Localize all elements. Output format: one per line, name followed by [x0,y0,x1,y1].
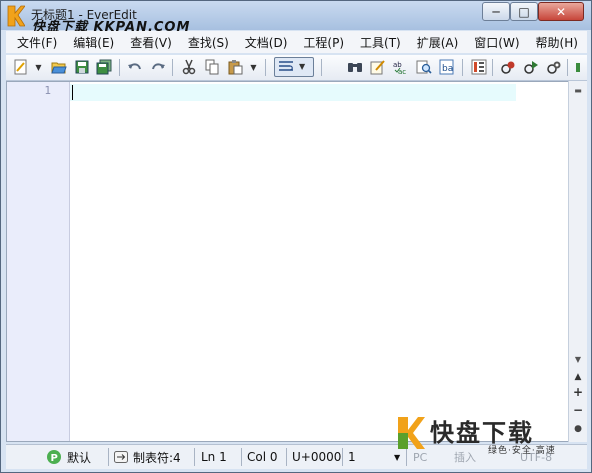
column-indicator: Col 0 [247,450,278,464]
title-bar[interactable]: 无标题1 - EverEdit 快盘下载 KKPAN.COM ─ □ ✕ [1,1,591,35]
watermark-logo: 快盘下载 绿色·安全·高速 [396,413,566,461]
undo-icon[interactable] [126,58,144,76]
line-number-gutter: 1 [7,82,70,441]
watermark-sub-text: 绿色·安全·高速 [488,446,556,456]
menu-extensions[interactable]: 扩展(A) [409,34,467,51]
status-separator [286,448,287,466]
minimize-icon: ─ [492,4,500,19]
maximize-button[interactable]: □ [510,2,538,21]
zoom-out-button[interactable]: − [569,402,587,418]
find-in-files-icon[interactable] [415,58,433,76]
toolbar-overflow-icon[interactable] [572,58,584,76]
menu-bar: 文件(F) 编辑(E) 查看(V) 查找(S) 文档(D) 工程(P) 工具(T… [6,31,587,53]
macro-record-icon[interactable] [499,58,517,76]
syntax-icon: P [47,450,61,464]
zoom-in-button[interactable]: + [569,384,587,400]
line-number: 1 [44,84,51,97]
svg-text:P: P [51,453,58,464]
new-document-icon[interactable] [12,58,30,76]
codepoint-indicator: U+0000 [292,450,342,464]
close-button[interactable]: ✕ [538,2,584,21]
cut-icon[interactable] [180,58,198,76]
vertical-scrollbar[interactable]: ▬ ▼ ▲ + − ● [568,81,587,442]
open-folder-icon[interactable] [50,58,68,76]
status-separator [241,448,242,466]
edit-note-icon[interactable] [369,58,387,76]
menu-view[interactable]: 查看(V) [122,34,180,51]
menu-project[interactable]: 工程(P) [295,34,352,51]
redo-icon[interactable] [149,58,167,76]
toolbar-separator [265,59,266,76]
syntax-label: 默认 [67,450,92,465]
svg-text:ba: ba [442,64,453,74]
menu-edit[interactable]: 编辑(E) [65,34,122,51]
toolbar-separator [172,59,173,76]
chevron-down-icon: ▼ [299,62,306,71]
toolbar-separator [119,59,120,76]
editor-area[interactable]: 1 [6,81,569,442]
menu-help[interactable]: 帮助(H) [528,34,586,51]
current-line-highlight [70,84,516,101]
text-caret [72,85,73,100]
menu-file[interactable]: 文件(F) [6,34,65,51]
toolbar-separator [492,59,493,76]
maximize-icon: □ [518,4,530,19]
find-binoculars-icon[interactable] [346,58,364,76]
scroll-page-down-icon[interactable]: ▲ [569,369,587,385]
zoom-reset-icon: ● [574,424,582,434]
status-separator [194,448,195,466]
status-separator [342,448,343,466]
column-mode-icon[interactable] [470,58,488,76]
minus-icon: − [572,403,584,417]
paste-icon[interactable] [226,58,244,76]
macro-play-icon[interactable] [522,58,540,76]
scroll-down-icon[interactable]: ▼ [569,352,587,366]
replace-icon[interactable]: ba [438,58,456,76]
tab-mode-icon [114,451,128,463]
tab-mode-label: 制表符:4 [133,450,181,465]
syntax-indicator[interactable]: P 默认 [46,448,91,466]
kkpan-logo-icon [398,417,425,449]
save-all-icon[interactable] [95,58,113,76]
toolbar-separator [321,59,322,76]
menu-document[interactable]: 文档(D) [237,34,296,51]
menu-search[interactable]: 查找(S) [180,34,237,51]
toolbar: ▼ ▼ ▼ ab ac ba [6,55,587,81]
everedit-logo-icon [7,5,25,27]
toolbar-separator [462,59,463,76]
word-wrap-icon [279,61,293,71]
macro-run-icon[interactable] [545,58,563,76]
minimize-button[interactable]: ─ [482,2,510,21]
plus-icon: + [572,385,584,399]
new-dropdown-arrow-icon[interactable]: ▼ [34,59,43,76]
status-separator [108,448,109,466]
zoom-reset-button[interactable]: ● [569,421,587,437]
paste-dropdown-arrow-icon[interactable]: ▼ [249,59,258,76]
spell-check-icon[interactable]: ab ac [392,58,410,76]
tab-mode-indicator[interactable]: 制表符:4 [114,448,181,466]
close-icon: ✕ [555,4,567,19]
toolbar-separator [567,59,568,76]
line-indicator: Ln 1 [201,450,227,464]
menu-tools[interactable]: 工具(T) [352,34,409,51]
save-icon[interactable] [73,58,91,76]
word-wrap-toggle[interactable]: ▼ [274,57,314,77]
menu-window[interactable]: 窗口(W) [466,34,527,51]
selection-count-indicator: 1 [348,450,356,464]
scroll-up-icon[interactable]: ▬ [569,83,587,97]
everedit-window: 无标题1 - EverEdit 快盘下载 KKPAN.COM ─ □ ✕ 文件(… [0,0,592,473]
copy-icon[interactable] [203,58,221,76]
